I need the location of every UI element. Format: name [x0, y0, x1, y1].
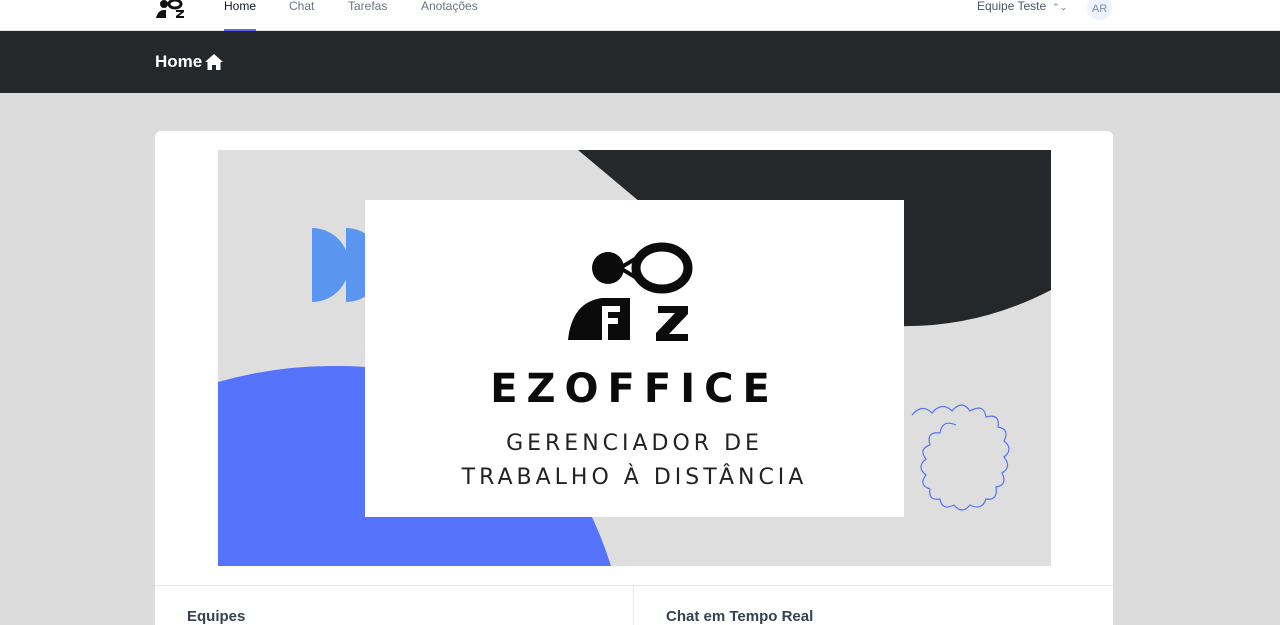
home-icon: [205, 54, 224, 70]
team-selector-label: Equipe Teste: [977, 0, 1047, 13]
ezoffice-logo-icon: [568, 242, 693, 341]
nav-anotacoes[interactable]: Anotações: [421, 0, 478, 31]
main-card: EZOFFICE GERENCIADOR DE TRABALHO À DISTÂ…: [155, 131, 1113, 625]
wavy-circle-shape: [911, 404, 1010, 511]
page-title: Home: [155, 52, 224, 72]
nav-tarefas[interactable]: Tarefas: [348, 0, 387, 31]
chevron-updown-icon: ⌃⌄: [1052, 2, 1068, 12]
team-selector[interactable]: Equipe Teste ⌃⌄: [977, 0, 1067, 14]
top-navbar: Home Chat Tarefas Anotações Equipe Teste…: [0, 0, 1280, 31]
avatar[interactable]: AR: [1087, 0, 1112, 20]
brand-panel: EZOFFICE GERENCIADOR DE TRABALHO À DISTÂ…: [365, 200, 904, 517]
teams-section[interactable]: Equipes: [155, 586, 634, 625]
feature-sections: Equipes Chat em Tempo Real: [155, 585, 1113, 625]
nav-home[interactable]: Home: [224, 0, 257, 31]
page-title-text: Home: [155, 52, 203, 71]
ezoffice-logo-icon[interactable]: [155, 0, 187, 18]
welcome-banner: EZOFFICE GERENCIADOR DE TRABALHO À DISTÂ…: [218, 150, 1051, 566]
half-circle-shape: [312, 228, 349, 302]
page-header: Home: [0, 31, 1280, 93]
brand-subtitle-line1: GERENCIADOR DE: [506, 431, 763, 456]
chat-section-title: Chat em Tempo Real: [666, 608, 814, 625]
nav-chat[interactable]: Chat: [289, 0, 314, 31]
brand-subtitle-line2: TRABALHO À DISTÂNCIA: [461, 465, 808, 490]
chat-section[interactable]: Chat em Tempo Real: [634, 586, 1113, 625]
brand-name: EZOFFICE: [490, 366, 779, 412]
teams-section-title: Equipes: [187, 608, 246, 625]
